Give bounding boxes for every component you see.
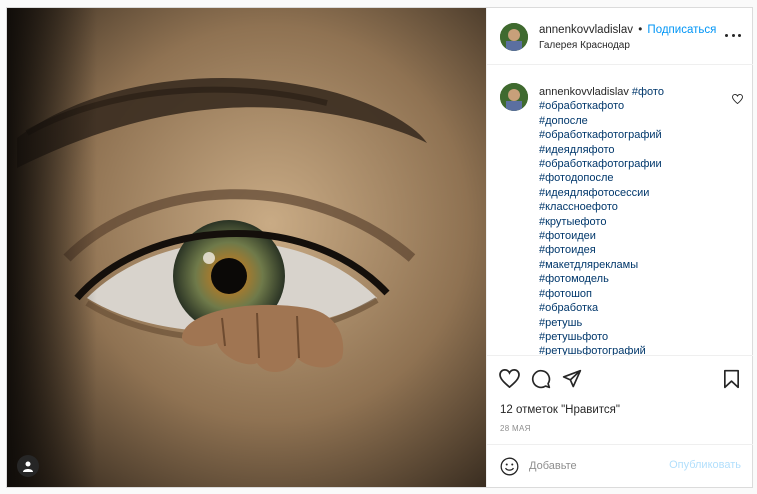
emoji-icon	[500, 457, 519, 476]
user-tag-icon	[23, 461, 33, 472]
hashtag-link[interactable]: #фотоидеи	[539, 229, 729, 243]
post-sidebar: annenkovvladislav • Подписаться Галерея …	[486, 8, 753, 487]
share-button[interactable]	[562, 369, 582, 394]
like-button[interactable]	[499, 368, 520, 393]
hashtag-link[interactable]: #обработкафотографии	[539, 157, 729, 171]
post-caption: annenkovvladislav #фото #обработкафото #д…	[539, 85, 729, 355]
comment-like-button[interactable]	[732, 91, 743, 109]
hashtag-link[interactable]: #фото	[632, 86, 664, 98]
emoji-button[interactable]	[500, 457, 519, 481]
hashtag-link[interactable]: #фотодопосле	[539, 171, 729, 185]
comments-area[interactable]: annenkovvladislav #фото #обработкафото #д…	[487, 65, 753, 355]
heart-icon	[732, 93, 743, 105]
comment-button[interactable]	[531, 369, 551, 394]
hashtag-link[interactable]: #классноефото	[539, 200, 729, 214]
hashtag-link[interactable]: #допосле	[539, 114, 729, 128]
eye-photo-image	[7, 8, 486, 487]
more-icon[interactable]	[725, 28, 741, 42]
share-icon	[562, 369, 582, 388]
post-header: annenkovvladislav • Подписаться Галерея …	[487, 8, 753, 65]
add-comment-bar: Опубликовать	[487, 444, 753, 487]
hashtag-link[interactable]: #крутыефото	[539, 215, 729, 229]
likes-count[interactable]: 12 отметок "Нравится"	[500, 404, 620, 416]
author-username[interactable]: annenkovvladislav	[539, 24, 633, 36]
user-tag-button[interactable]	[17, 455, 39, 477]
hashtag-link[interactable]: #ретушьфото	[539, 330, 729, 344]
hashtag-link[interactable]: #фотошоп	[539, 287, 729, 301]
location-link[interactable]: Галерея Краснодар	[539, 40, 630, 51]
header-user-line: annenkovvladislav • Подписаться	[539, 24, 716, 36]
hashtag-link[interactable]: #макетдлярекламы	[539, 258, 729, 272]
comment-icon	[531, 369, 551, 389]
post-date: 28 МАЯ	[500, 424, 531, 433]
avatar[interactable]	[500, 83, 528, 111]
post-actions: 12 отметок "Нравится" 28 МАЯ	[487, 355, 753, 450]
avatar[interactable]	[500, 23, 528, 51]
post-photo[interactable]	[7, 8, 486, 487]
hashtag-link[interactable]: #фотомодель	[539, 272, 729, 286]
comment-input[interactable]	[529, 457, 679, 475]
hashtag-link[interactable]: #обработка	[539, 301, 729, 315]
hashtag-link[interactable]: #фотоидея	[539, 243, 729, 257]
separator-dot: •	[638, 24, 643, 36]
bookmark-icon	[723, 369, 739, 389]
publish-button[interactable]: Опубликовать	[669, 459, 741, 471]
hashtag-link[interactable]: #идеядляфотосессии	[539, 186, 729, 200]
hashtag-link[interactable]: #обработкафото	[539, 99, 729, 113]
caption-username[interactable]: annenkovvladislav	[539, 86, 629, 98]
hashtag-link[interactable]: #идеядляфото	[539, 143, 729, 157]
avatar-image	[500, 83, 528, 111]
heart-icon	[499, 368, 520, 389]
hashtag-link[interactable]: #ретушьфотографий	[539, 344, 729, 355]
post-dialog: annenkovvladislav • Подписаться Галерея …	[6, 7, 753, 488]
hashtag-link[interactable]: #обработкафотографий	[539, 128, 729, 142]
hashtag-link[interactable]: #ретушь	[539, 316, 729, 330]
save-button[interactable]	[723, 369, 740, 394]
follow-button[interactable]: Подписаться	[647, 24, 716, 36]
avatar-image	[500, 23, 528, 51]
